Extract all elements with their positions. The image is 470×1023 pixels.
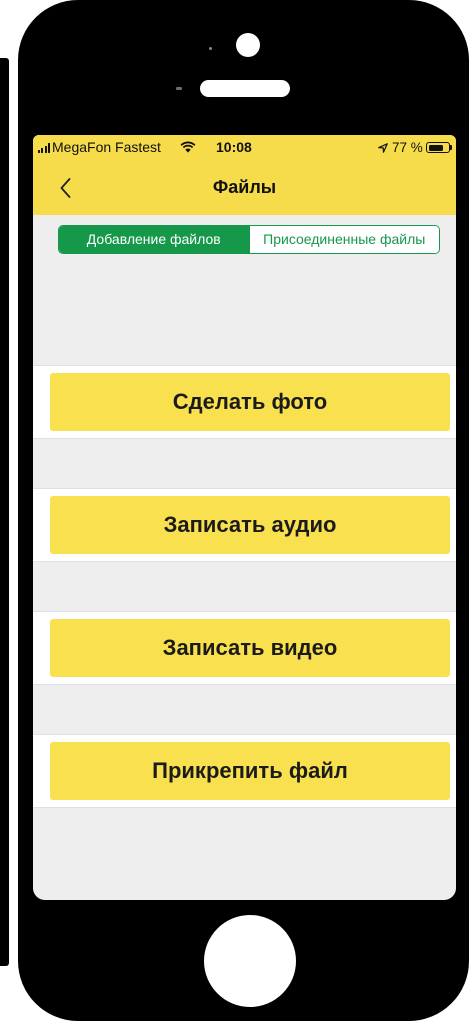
earpiece-speaker — [200, 80, 290, 97]
battery-percent: 77 % — [392, 140, 423, 155]
carrier-name: MegaFon Fastest — [52, 139, 161, 155]
location-arrow-icon — [378, 143, 388, 153]
battery-fill — [428, 144, 444, 151]
status-bar: MegaFon Fastest 10:08 77 % — [33, 135, 456, 160]
action-row: Записать аудио — [33, 488, 456, 562]
phone-frame: MegaFon Fastest 10:08 77 % Файлы Добавле… — [18, 0, 469, 1021]
signal-bar — [44, 146, 47, 153]
wifi-icon — [180, 141, 196, 153]
tab-add-files[interactable]: Добавление файлов — [59, 226, 249, 253]
back-button[interactable] — [53, 160, 77, 215]
nav-bar: Файлы — [33, 160, 456, 215]
action-row: Прикрепить файл — [33, 734, 456, 808]
take-photo-button[interactable]: Сделать фото — [50, 373, 450, 431]
signal-bar — [38, 150, 40, 153]
record-video-button[interactable]: Записать видео — [50, 619, 450, 677]
sensor-mark — [176, 87, 182, 90]
record-audio-button[interactable]: Записать аудио — [50, 496, 450, 554]
battery-nub — [450, 145, 452, 150]
status-time: 10:08 — [216, 139, 252, 155]
battery-icon — [426, 142, 450, 153]
phone-edge-strip — [0, 58, 9, 966]
chevron-left-icon — [60, 177, 70, 198]
proximity-sensor — [209, 47, 212, 50]
signal-bar — [41, 148, 44, 153]
signal-bars-icon — [38, 143, 51, 153]
page-title: Файлы — [212, 177, 277, 197]
actions-list: Сделать фото Записать аудио Записать вид… — [33, 365, 456, 857]
action-row: Записать видео — [33, 611, 456, 685]
action-row: Сделать фото — [33, 365, 456, 439]
segmented-control: Добавление файлов Присоединенные файлы — [58, 225, 440, 254]
signal-bar — [47, 143, 50, 153]
home-button[interactable] — [204, 915, 296, 1007]
front-camera — [236, 33, 260, 57]
tab-attached-files[interactable]: Присоединенные файлы — [248, 226, 439, 253]
app-screen: MegaFon Fastest 10:08 77 % Файлы Добавле… — [33, 135, 456, 900]
attach-file-button[interactable]: Прикрепить файл — [50, 742, 450, 800]
